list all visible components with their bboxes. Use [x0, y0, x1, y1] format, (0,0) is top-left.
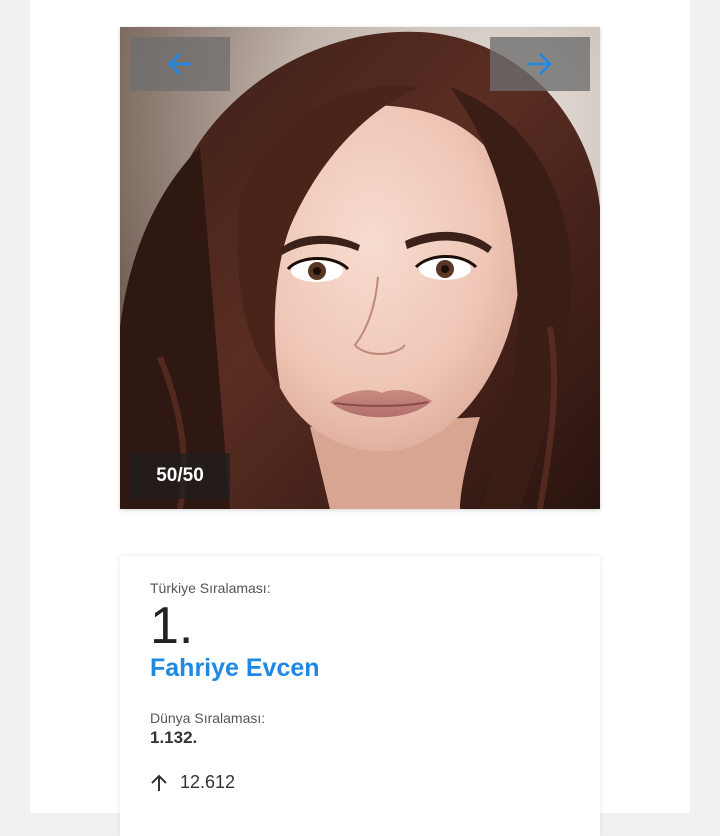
next-photo-button[interactable]: [490, 37, 590, 91]
page-container: 50/50 Türkiye Sıralaması: 1. Fahriye Evc…: [30, 0, 690, 836]
photo-counter: 50/50: [130, 453, 230, 499]
person-name-link[interactable]: Fahriye Evcen: [150, 654, 320, 683]
world-rank-label: Dünya Sıralaması:: [150, 710, 266, 726]
rank-trend: 12.612: [150, 772, 235, 793]
arrow-up-icon: [151, 774, 167, 791]
trend-value: 12.612: [180, 772, 236, 792]
arrow-left-icon: [168, 53, 193, 75]
portrait-photo: [120, 27, 600, 509]
world-rank-value: 1.132.: [150, 728, 198, 747]
turkey-rank-label: Türkiye Sıralaması:: [150, 580, 271, 596]
turkey-rank-value: 1.: [150, 597, 194, 655]
photo-carousel: 50/50: [120, 27, 600, 509]
previous-photo-button[interactable]: [130, 37, 230, 91]
ranking-card: Türkiye Sıralaması: 1. Fahriye Evcen Dün…: [120, 556, 600, 836]
arrow-right-icon: [527, 53, 552, 75]
